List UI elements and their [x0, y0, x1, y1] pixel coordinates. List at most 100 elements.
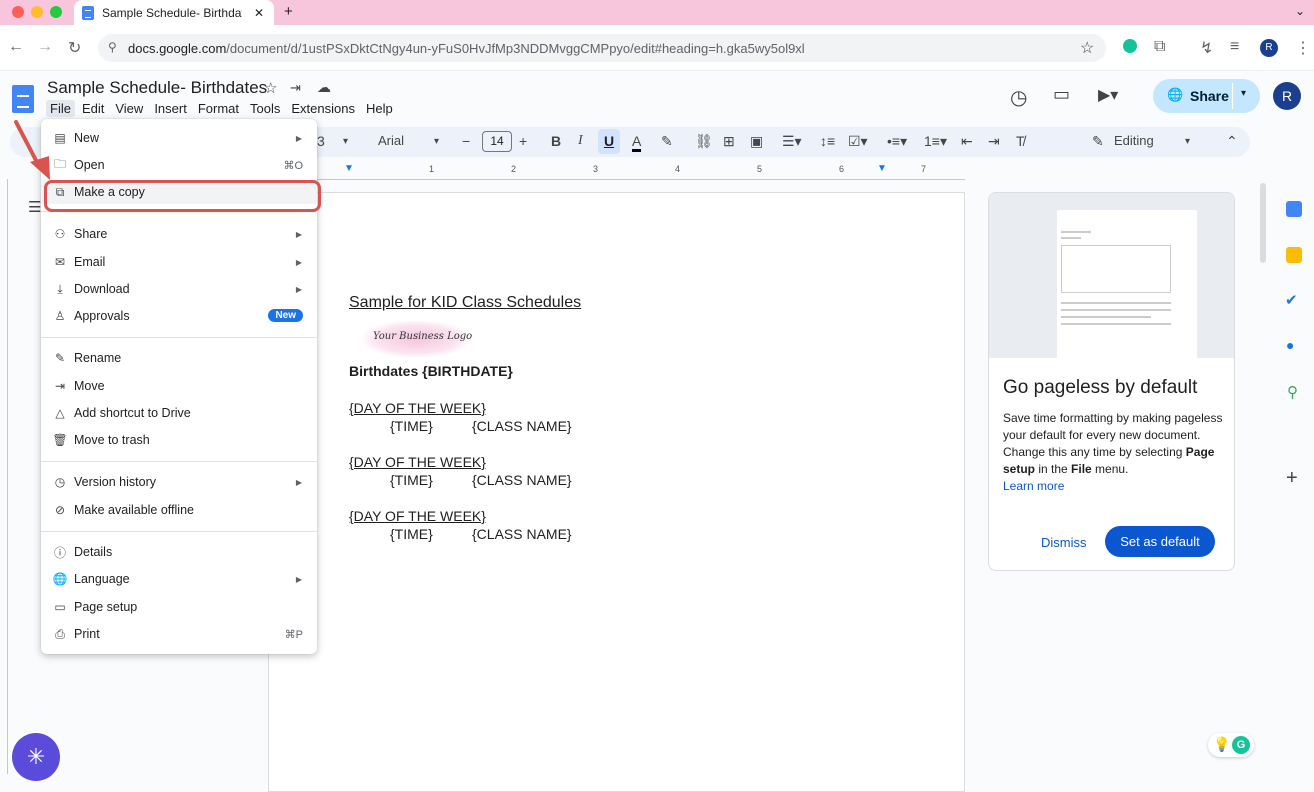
- tab-close-icon[interactable]: ✕: [254, 6, 264, 20]
- back-icon[interactable]: ←: [8, 38, 24, 56]
- checklist-icon[interactable]: ☑▾: [848, 133, 868, 150]
- add-addon-icon[interactable]: +: [1286, 467, 1298, 490]
- menu-item-download[interactable]: ⤓ Download ▶: [41, 277, 317, 301]
- class-name-field[interactable]: {CLASS NAME}: [472, 526, 572, 542]
- time-field[interactable]: {TIME}: [390, 526, 433, 542]
- document-page[interactable]: [268, 192, 965, 792]
- menu-item-rename[interactable]: ✎ Rename: [41, 346, 317, 370]
- minimize-window-button[interactable]: [31, 6, 43, 18]
- menu-tools[interactable]: Tools: [246, 100, 284, 117]
- menu-item-email[interactable]: ✉ Email ▶: [41, 250, 317, 274]
- menu-item-move-to-trash[interactable]: 🗑 Move to trash: [41, 428, 317, 452]
- birthdates-heading[interactable]: Birthdates {BIRTHDATE}: [349, 363, 549, 379]
- time-field[interactable]: {TIME}: [390, 418, 433, 434]
- extensions-icon[interactable]: ⧉: [1154, 38, 1165, 56]
- share-dropdown-icon[interactable]: ▾: [1241, 88, 1246, 99]
- right-indent-marker-icon[interactable]: ▼: [877, 163, 887, 174]
- site-info-icon[interactable]: ⚲: [108, 40, 117, 54]
- profile-avatar[interactable]: R: [1260, 39, 1278, 57]
- grammarly-extension-icon[interactable]: [1123, 39, 1137, 53]
- menu-view[interactable]: View: [111, 100, 147, 117]
- reload-icon[interactable]: ↻: [68, 38, 81, 58]
- clear-formatting-icon[interactable]: T̸: [1016, 133, 1025, 149]
- maximize-window-button[interactable]: [50, 6, 62, 18]
- calendar-icon[interactable]: [1286, 201, 1302, 217]
- italic-icon[interactable]: I: [578, 133, 583, 149]
- decrease-font-icon[interactable]: −: [462, 133, 470, 149]
- menu-edit[interactable]: Edit: [78, 100, 108, 117]
- zoom-value[interactable]: 3: [317, 133, 325, 149]
- account-avatar[interactable]: R: [1273, 82, 1301, 110]
- menu-format[interactable]: Format: [194, 100, 243, 117]
- zoom-dropdown-icon[interactable]: ▾: [343, 136, 348, 147]
- increase-font-icon[interactable]: +: [519, 133, 527, 149]
- link-icon[interactable]: ⛓: [695, 133, 713, 150]
- outline-icon[interactable]: ☰: [28, 198, 41, 216]
- class-name-field[interactable]: {CLASS NAME}: [472, 472, 572, 488]
- menu-item-open[interactable]: 🗀 Open ⌘O: [41, 153, 317, 177]
- font-select[interactable]: Arial: [378, 133, 404, 148]
- menu-item-add-shortcut[interactable]: △ Add shortcut to Drive: [41, 401, 317, 425]
- tasks-icon[interactable]: ✔: [1285, 291, 1298, 309]
- grammarly-widget[interactable]: 💡 G: [1208, 733, 1254, 757]
- underline-icon[interactable]: U: [598, 129, 620, 154]
- menu-item-move[interactable]: ⇥ Move: [41, 374, 317, 398]
- bulleted-list-icon[interactable]: •≡▾: [887, 133, 907, 150]
- set-as-default-button[interactable]: Set as default: [1105, 526, 1215, 557]
- document-heading[interactable]: Sample for KID Class Schedules: [349, 294, 589, 312]
- menu-help[interactable]: Help: [362, 100, 397, 117]
- browser-tab[interactable]: Sample Schedule- Birthdates ✕: [74, 0, 274, 25]
- maps-icon[interactable]: ⚲: [1287, 383, 1298, 401]
- browser-menu-icon[interactable]: ⋮: [1295, 38, 1311, 58]
- menu-item-make-available-offline[interactable]: ⊘ Make available offline: [41, 498, 317, 522]
- align-icon[interactable]: ☰▾: [782, 133, 802, 150]
- editing-dropdown-icon[interactable]: ▾: [1185, 136, 1190, 147]
- meet-icon[interactable]: ▶▾: [1098, 85, 1118, 105]
- close-window-button[interactable]: [12, 6, 24, 18]
- star-icon[interactable]: ☆: [264, 79, 277, 97]
- editing-mode-select[interactable]: Editing: [1114, 133, 1154, 148]
- contacts-icon[interactable]: ●: [1286, 337, 1294, 353]
- day-of-week[interactable]: {DAY OF THE WEEK}: [349, 454, 486, 470]
- menu-item-share[interactable]: ⚇ Share ▶: [41, 222, 317, 246]
- add-comment-icon[interactable]: ⊞: [723, 133, 735, 150]
- highlight-icon[interactable]: ✎: [661, 133, 673, 150]
- move-folder-icon[interactable]: ⇥: [290, 80, 301, 96]
- learn-more-link[interactable]: Learn more: [1003, 479, 1064, 493]
- forward-icon[interactable]: →: [37, 38, 53, 56]
- menu-extensions[interactable]: Extensions: [287, 100, 359, 117]
- docs-logo-icon[interactable]: [12, 85, 34, 113]
- menu-item-details[interactable]: ⓘ Details: [41, 540, 317, 564]
- collapse-toolbar-icon[interactable]: ⌃: [1226, 133, 1238, 150]
- new-tab-button[interactable]: +: [284, 3, 293, 20]
- menu-item-page-setup[interactable]: ▭ Page setup: [41, 595, 317, 619]
- font-dropdown-icon[interactable]: ▾: [434, 136, 439, 147]
- left-indent-marker-icon[interactable]: ▼: [344, 163, 354, 174]
- menu-item-version-history[interactable]: ◷ Version history ▶: [41, 470, 317, 494]
- numbered-list-icon[interactable]: 1≡▾: [924, 133, 947, 150]
- share-button[interactable]: 🌐 Share ▾: [1153, 79, 1260, 113]
- keep-icon[interactable]: [1286, 247, 1302, 263]
- cloud-status-icon[interactable]: ☁: [317, 79, 331, 96]
- version-history-icon[interactable]: ◷: [1010, 85, 1027, 110]
- document-title[interactable]: Sample Schedule- Birthdates: [47, 78, 267, 98]
- menu-item-new[interactable]: ▤ New ▶: [41, 126, 317, 150]
- insert-image-icon[interactable]: ▣: [750, 133, 763, 150]
- menu-file[interactable]: File: [46, 100, 75, 117]
- bookmark-star-icon[interactable]: ☆: [1080, 38, 1094, 58]
- chevron-down-icon[interactable]: ⌄: [1295, 4, 1305, 18]
- increase-indent-icon[interactable]: ⇥: [988, 133, 1000, 150]
- reading-list-icon[interactable]: ≡: [1230, 38, 1239, 56]
- font-size-input[interactable]: 14: [482, 131, 512, 152]
- bold-icon[interactable]: B: [551, 133, 561, 149]
- class-name-field[interactable]: {CLASS NAME}: [472, 418, 572, 434]
- day-of-week[interactable]: {DAY OF THE WEEK}: [349, 400, 486, 416]
- menu-item-approvals[interactable]: ♙ Approvals New: [41, 304, 317, 328]
- dismiss-button[interactable]: Dismiss: [1041, 535, 1087, 550]
- menu-item-print[interactable]: ⎙ Print ⌘P: [41, 622, 317, 646]
- menu-insert[interactable]: Insert: [150, 100, 191, 117]
- comments-icon[interactable]: ▭: [1053, 84, 1070, 105]
- scrollbar[interactable]: [1260, 183, 1266, 263]
- text-color-icon[interactable]: A: [632, 133, 642, 152]
- decrease-indent-icon[interactable]: ⇤: [961, 133, 973, 150]
